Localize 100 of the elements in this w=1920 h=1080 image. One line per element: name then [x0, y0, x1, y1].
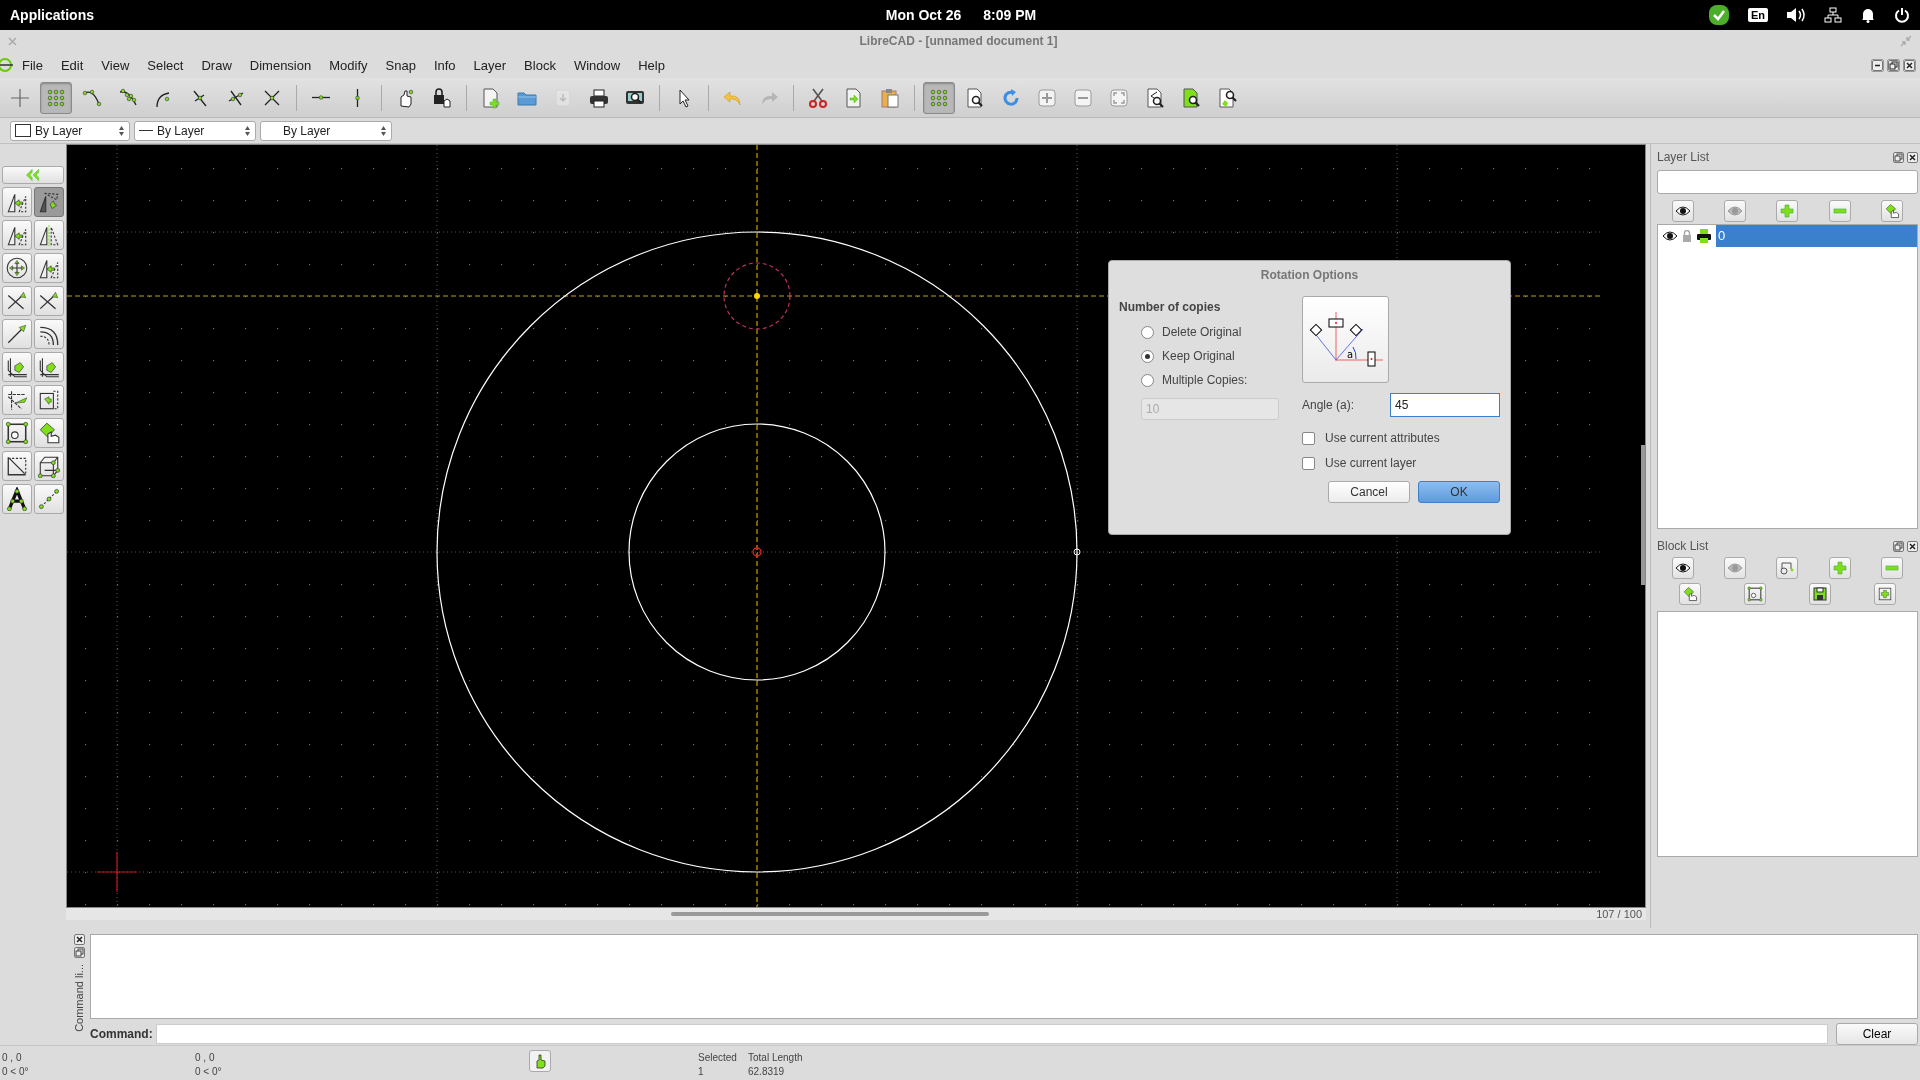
line-width-dropdown[interactable]: By Layer — [134, 120, 256, 141]
menu-item[interactable]: View — [92, 54, 139, 76]
layer-filter-field[interactable] — [1657, 170, 1918, 194]
tool-button[interactable] — [2, 451, 32, 481]
dotted-line-icon — [37, 487, 61, 511]
scrollbar-thumb[interactable] — [671, 912, 989, 916]
show-all-button[interactable] — [1672, 557, 1695, 579]
checkbox[interactable] — [1302, 431, 1315, 445]
radio-option[interactable]: Multiple Copies: — [1141, 368, 1296, 392]
volume-icon[interactable] — [1786, 7, 1806, 23]
new-file-icon — [480, 86, 502, 109]
line-type-dropdown[interactable]: By Layer — [260, 120, 392, 141]
dialog-button[interactable]: OK — [1418, 481, 1500, 503]
applications-menu[interactable]: Applications — [10, 7, 94, 23]
tool-button[interactable] — [2, 253, 32, 283]
color-dropdown[interactable]: By Layer — [10, 120, 130, 141]
tool-button[interactable] — [34, 286, 64, 316]
menu-item[interactable]: Help — [629, 54, 674, 76]
menu-item[interactable]: Select — [138, 54, 193, 76]
tool-button[interactable] — [34, 319, 64, 349]
edit-block-button[interactable] — [1678, 583, 1701, 605]
snap-marker — [1073, 548, 1081, 556]
bell-icon[interactable] — [1860, 7, 1876, 23]
command-input-field[interactable] — [156, 1024, 1828, 1044]
printer-icon — [588, 86, 610, 109]
menu-item[interactable]: Dimension — [240, 54, 321, 76]
insert-block-button[interactable] — [1874, 583, 1897, 605]
float-icon[interactable] — [73, 947, 85, 958]
diagonal-line-icon — [5, 454, 29, 478]
float-icon[interactable] — [1893, 540, 1904, 552]
save-block-button[interactable] — [1809, 583, 1832, 605]
insert-block-button[interactable] — [1743, 583, 1766, 605]
minimize-icon[interactable] — [1871, 58, 1884, 72]
tool-button[interactable] — [34, 253, 64, 283]
padlock-hand-icon — [431, 86, 453, 109]
network-icon[interactable] — [1824, 7, 1842, 23]
radio-option[interactable]: Delete Original — [1141, 320, 1296, 344]
checkbox[interactable] — [1302, 456, 1315, 470]
edit-layer-button[interactable] — [1880, 200, 1903, 222]
close-icon[interactable] — [1907, 151, 1918, 163]
double-chevron-icon — [24, 166, 42, 184]
menu-item[interactable]: Info — [424, 54, 465, 76]
menu-item[interactable]: Layer — [464, 54, 516, 76]
menu-item[interactable]: Block — [515, 54, 565, 76]
page-magnifier-icon — [1216, 86, 1238, 109]
status-label: Selected — [698, 1052, 738, 1063]
create-block-button[interactable] — [1776, 557, 1799, 579]
clipboard-icon — [879, 86, 901, 109]
menu-item[interactable]: Edit — [51, 54, 93, 76]
tool-button[interactable] — [2, 187, 32, 217]
center-marker — [752, 547, 762, 557]
cube-nodes-icon — [37, 454, 61, 478]
menu-item[interactable]: Modify — [320, 54, 377, 76]
selection-button[interactable] — [529, 1050, 551, 1072]
frame-plus-icon — [1877, 586, 1894, 602]
tool-button[interactable] — [2, 484, 32, 514]
horizontal-scrollbar[interactable]: 107 / 100 — [66, 908, 1646, 920]
dashed-preview-circle — [723, 262, 791, 330]
vertical-scrollbar[interactable] — [1641, 445, 1645, 585]
float-icon[interactable] — [1893, 151, 1904, 163]
close-icon[interactable] — [1903, 58, 1916, 72]
tool-button[interactable] — [34, 418, 64, 448]
printer-icon[interactable] — [1696, 228, 1712, 244]
menu-item[interactable]: File — [13, 54, 52, 76]
check-badge-icon[interactable] — [1707, 4, 1730, 26]
eye-icon — [1675, 562, 1692, 574]
angle-input-field[interactable]: 45 — [1390, 393, 1500, 417]
show-all-button[interactable] — [1672, 200, 1695, 222]
coordinate-text: 0 , 0 — [2, 1052, 23, 1063]
line-arrow-icon — [5, 322, 29, 346]
clear-button[interactable]: Clear — [1836, 1023, 1918, 1045]
tool-button[interactable] — [34, 220, 64, 250]
tool-button[interactable] — [34, 352, 64, 382]
radio-option[interactable]: Keep Original — [1141, 344, 1296, 368]
power-icon[interactable] — [1894, 7, 1910, 23]
horizontal-line-icon — [312, 95, 330, 100]
menu-item[interactable]: Snap — [376, 54, 425, 76]
menu-item[interactable]: Window — [564, 54, 630, 76]
eye-icon — [1727, 562, 1744, 574]
tool-button[interactable] — [34, 385, 64, 415]
coordinate-text: 0 < 0° — [195, 1066, 223, 1077]
tool-button[interactable] — [2, 418, 32, 448]
menu-item[interactable]: Draw — [192, 54, 241, 76]
close-icon[interactable] — [73, 934, 85, 945]
hide-all-button[interactable] — [1724, 557, 1747, 579]
tool-button[interactable] — [2, 385, 32, 415]
restore-icon[interactable] — [1887, 58, 1900, 72]
wedge-line-icon — [5, 388, 29, 412]
close-icon[interactable] — [1907, 540, 1918, 552]
checkbox-label: Use current attributes — [1325, 431, 1440, 445]
keyboard-layout-indicator[interactable]: En — [1747, 8, 1768, 22]
dialog-title: Rotation Options — [1259, 267, 1360, 284]
rotated-triangle-icon — [37, 190, 61, 214]
dialog-button[interactable]: Cancel — [1328, 481, 1410, 503]
tool-button[interactable] — [34, 451, 64, 481]
tool-button[interactable] — [2, 220, 32, 250]
tool-button[interactable] — [2, 286, 32, 316]
layer-name[interactable]: 0 — [1716, 225, 1917, 247]
hide-all-button[interactable] — [1724, 200, 1747, 222]
tool-button[interactable] — [2, 352, 32, 382]
